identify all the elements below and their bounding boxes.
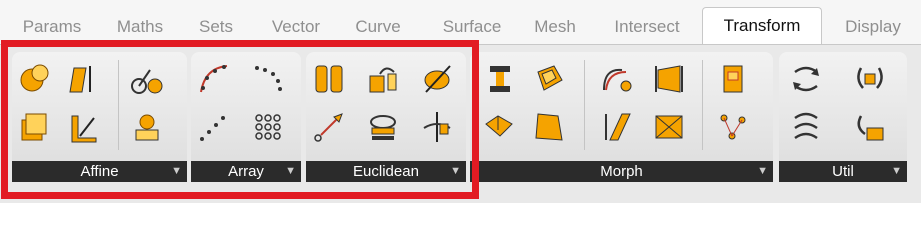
group-label-morph: Morph xyxy=(600,163,643,180)
orient-icon[interactable] xyxy=(130,110,164,144)
group-footer-util[interactable]: Util ▼ xyxy=(779,161,907,182)
group-footer-array[interactable]: Array ▼ xyxy=(191,161,301,182)
blend-box-icon[interactable] xyxy=(482,62,516,96)
tab-vector[interactable]: Vector xyxy=(256,0,336,44)
box-map-icon[interactable] xyxy=(130,62,164,96)
group-morph: Morph ▼ xyxy=(470,52,773,182)
bend-deform-icon[interactable] xyxy=(600,62,634,96)
mirror-surface-icon[interactable] xyxy=(716,62,750,96)
expand-arrow-icon[interactable]: ▼ xyxy=(450,161,461,182)
tab-display[interactable]: Display xyxy=(828,0,918,44)
expand-arrow-icon[interactable]: ▼ xyxy=(171,161,182,182)
tab-bar: Params Maths Sets Vector Curve Surface M… xyxy=(0,0,921,46)
separator xyxy=(584,60,585,150)
group-array: Array ▼ xyxy=(191,52,301,182)
group-euclidean: Euclidean ▼ xyxy=(306,52,466,182)
box-morph-icon[interactable] xyxy=(532,62,566,96)
tab-surface[interactable]: Surface xyxy=(428,0,516,44)
rotate-axis-icon[interactable] xyxy=(420,110,454,144)
rotate-icon[interactable] xyxy=(366,110,400,144)
polar-array-icon[interactable] xyxy=(251,62,285,96)
tab-params[interactable]: Params xyxy=(6,0,98,44)
compound-icon[interactable] xyxy=(789,62,823,96)
group-affine: Affine ▼ xyxy=(12,52,187,182)
expand-arrow-icon[interactable]: ▼ xyxy=(891,161,902,182)
inverse-transform-icon[interactable] xyxy=(853,62,887,96)
separator xyxy=(702,60,703,150)
separator xyxy=(118,60,119,150)
map-to-surface-icon[interactable] xyxy=(652,110,686,144)
rectangular-array-icon[interactable] xyxy=(251,110,285,144)
rotate-3d-icon[interactable] xyxy=(420,62,454,96)
group-footer-euclidean[interactable]: Euclidean ▼ xyxy=(306,161,466,182)
group-label-affine: Affine xyxy=(80,163,119,180)
group-footer-morph[interactable]: Morph ▼ xyxy=(470,161,773,182)
shear-icon[interactable] xyxy=(66,62,100,96)
tab-mesh[interactable]: Mesh xyxy=(524,0,586,44)
tab-transform[interactable]: Transform xyxy=(702,7,822,46)
expand-arrow-icon[interactable]: ▼ xyxy=(757,161,768,182)
tab-sets[interactable]: Sets xyxy=(188,0,244,44)
linear-array-icon[interactable] xyxy=(197,110,231,144)
curve-array-icon[interactable] xyxy=(197,62,231,96)
expand-arrow-icon[interactable]: ▼ xyxy=(285,161,296,182)
stretch-icon[interactable] xyxy=(532,110,566,144)
group-label-euclidean: Euclidean xyxy=(353,163,419,180)
spatial-deform-icon[interactable] xyxy=(716,110,750,144)
move-icon[interactable] xyxy=(312,110,346,144)
tab-maths[interactable]: Maths xyxy=(104,0,176,44)
split-transform-icon[interactable] xyxy=(789,110,823,144)
project-icon[interactable] xyxy=(66,110,100,144)
tab-curve[interactable]: Curve xyxy=(344,0,412,44)
taper-icon[interactable] xyxy=(652,62,686,96)
group-footer-affine[interactable]: Affine ▼ xyxy=(12,161,187,182)
surface-morph-icon[interactable] xyxy=(482,110,516,144)
group-label-util: Util xyxy=(832,163,854,180)
scale-icon[interactable] xyxy=(18,62,52,96)
group-util: Util ▼ xyxy=(779,52,907,182)
scale-nu-icon[interactable] xyxy=(18,110,52,144)
group-label-array: Array xyxy=(228,163,264,180)
rotate-direction-icon[interactable] xyxy=(366,62,400,96)
tab-intersect[interactable]: Intersect xyxy=(602,0,692,44)
flow-icon[interactable] xyxy=(600,110,634,144)
mirror-icon[interactable] xyxy=(312,62,346,96)
transform-icon[interactable] xyxy=(853,110,887,144)
